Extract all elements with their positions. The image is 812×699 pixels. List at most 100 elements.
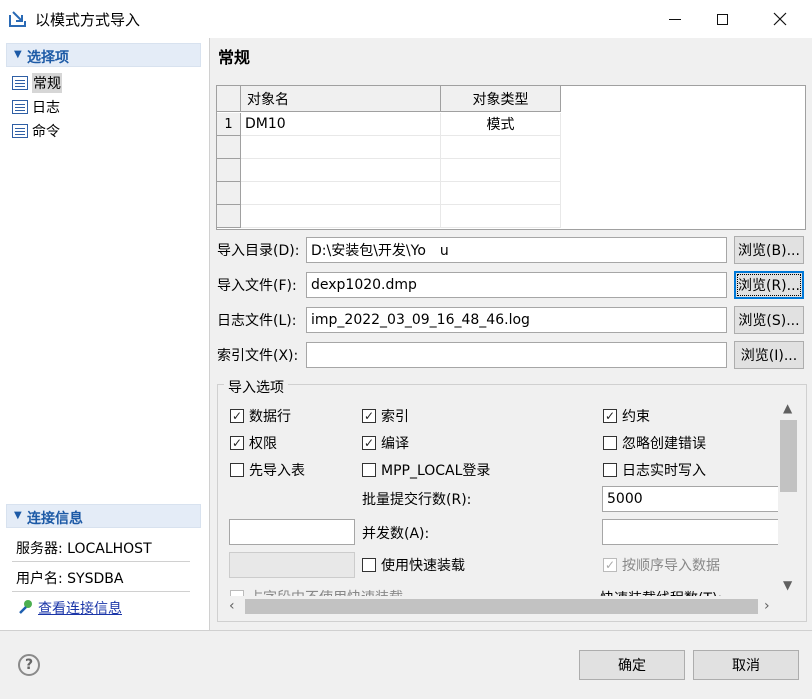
constraint-checkbox[interactable]: 约束 — [603, 406, 650, 426]
table-cell-name[interactable]: DM10 — [241, 113, 441, 136]
checkbox-box — [603, 409, 617, 423]
table-cell[interactable] — [241, 159, 441, 182]
divider — [12, 561, 190, 562]
options-viewport: 数据行 索引 约束 权限 编译 忽略创建错误 先导入表 MPP_LOCAL登录 … — [226, 398, 778, 596]
table-cell[interactable] — [241, 205, 441, 228]
divider — [12, 591, 190, 592]
table-first-checkbox[interactable]: 先导入表 — [230, 460, 305, 480]
scroll-up-icon[interactable]: ▲ — [783, 401, 792, 415]
table-cell[interactable] — [441, 205, 561, 228]
compile-checkbox[interactable]: 编译 — [362, 433, 409, 453]
log-file-label: 日志文件(L): — [217, 313, 297, 329]
import-icon — [9, 11, 26, 27]
fast-load-threads-label: 快速装载线程数(T): — [600, 588, 722, 596]
rows-checkbox[interactable]: 数据行 — [230, 406, 291, 426]
nav-item-log[interactable]: 日志 — [12, 96, 192, 118]
minimize-icon[interactable] — [652, 0, 698, 38]
checkbox-label: 占字段中不使用快速装载 — [249, 587, 403, 596]
row-header[interactable] — [217, 159, 241, 182]
column-header-type[interactable]: 对象类型 — [441, 86, 561, 112]
fast-load-checkbox[interactable]: 使用快速装载 — [362, 555, 465, 575]
user-info: 用户名: SYSDBA — [16, 571, 124, 587]
table-cell[interactable] — [441, 182, 561, 205]
browse-log-button[interactable]: 浏览(S)... — [734, 306, 804, 334]
page-icon — [12, 100, 28, 114]
checkbox-box — [603, 436, 617, 450]
vertical-scroll-thumb[interactable] — [780, 420, 797, 492]
table-cell[interactable] — [441, 136, 561, 159]
page-icon — [12, 76, 28, 90]
connection-icon — [19, 600, 32, 614]
log-realtime-checkbox[interactable]: 日志实时写入 — [603, 460, 706, 480]
checkbox-box — [230, 409, 244, 423]
column-header-name[interactable]: 对象名 — [241, 86, 441, 112]
options-section-header[interactable]: ▼ 选择项 — [6, 43, 201, 67]
browse-file-button[interactable]: 浏览(R)... — [734, 271, 804, 299]
import-options-legend: 导入选项 — [224, 377, 288, 397]
section-title: 连接信息 — [27, 511, 83, 527]
checkbox-label: 编译 — [381, 436, 409, 452]
nav-item-command[interactable]: 命令 — [12, 120, 192, 142]
checkbox-label: 数据行 — [249, 409, 291, 425]
checkbox-label: 权限 — [249, 436, 277, 452]
window-title: 以模式方式导入 — [35, 11, 141, 29]
checkbox-box — [362, 436, 376, 450]
index-checkbox[interactable]: 索引 — [362, 406, 409, 426]
batch-size-input[interactable]: 5000 — [602, 486, 778, 512]
maximize-icon[interactable] — [699, 0, 745, 38]
import-dir-input[interactable]: D:\安装包\开发\Yo u — [306, 237, 727, 263]
import-file-input[interactable]: dexp1020.dmp — [306, 272, 727, 298]
checkbox-box — [362, 409, 376, 423]
table-cell[interactable] — [241, 136, 441, 159]
nav-item-general[interactable]: 常规 — [12, 72, 192, 94]
import-dir-label: 导入目录(D): — [217, 243, 300, 259]
browse-index-button[interactable]: 浏览(I)... — [734, 341, 804, 369]
cancel-button[interactable]: 取消 — [693, 650, 799, 680]
ignore-errors-checkbox[interactable]: 忽略创建错误 — [603, 433, 706, 453]
checkbox-box — [603, 463, 617, 477]
scroll-left-icon[interactable]: ‹ — [229, 598, 235, 614]
log-file-input[interactable]: imp_2022_03_09_16_48_46.log — [306, 307, 727, 333]
index-file-label: 索引文件(X): — [217, 348, 299, 364]
row-header[interactable] — [217, 182, 241, 205]
page-title: 常规 — [218, 48, 251, 67]
checkbox-box — [362, 463, 376, 477]
collapse-triangle-icon: ▼ — [14, 510, 22, 521]
ok-button[interactable]: 确定 — [579, 650, 685, 680]
order-import-checkbox: 按顺序导入数据 — [603, 555, 720, 575]
checkbox-label: 索引 — [381, 409, 409, 425]
parallel-right-input[interactable] — [602, 519, 778, 545]
help-icon[interactable]: ? — [18, 654, 40, 676]
close-icon[interactable] — [757, 0, 803, 38]
scroll-right-icon[interactable]: › — [764, 598, 770, 614]
scroll-down-icon[interactable]: ▼ — [783, 578, 792, 592]
horizontal-scroll-thumb[interactable] — [245, 599, 758, 614]
checkbox-label: 使用快速装载 — [381, 558, 465, 574]
checkbox-label: 约束 — [622, 409, 650, 425]
parallel-input[interactable] — [229, 519, 355, 545]
browse-dir-button[interactable]: 浏览(B)... — [734, 236, 804, 264]
table-corner — [217, 86, 241, 112]
table-cell-type[interactable]: 模式 — [441, 113, 561, 136]
nav-item-label: 命令 — [32, 124, 60, 140]
index-file-input[interactable] — [306, 342, 727, 368]
disabled-input — [229, 552, 355, 578]
batch-size-label: 批量提交行数(R): — [362, 492, 472, 508]
grant-checkbox[interactable]: 权限 — [230, 433, 277, 453]
objects-table: 对象名 对象类型 1 DM10 模式 — [216, 85, 806, 230]
row-header[interactable]: 1 — [217, 113, 241, 136]
checkbox-box — [603, 558, 617, 572]
server-info: 服务器: LOCALHOST — [16, 541, 152, 557]
row-header[interactable] — [217, 136, 241, 159]
mpp-local-checkbox[interactable]: MPP_LOCAL登录 — [362, 460, 490, 480]
table-cell[interactable] — [241, 182, 441, 205]
view-connection-link[interactable]: 查看连接信息 — [38, 598, 122, 618]
row-header[interactable] — [217, 205, 241, 228]
checkbox-box — [230, 436, 244, 450]
connection-section-header[interactable]: ▼ 连接信息 — [6, 504, 201, 528]
checkbox-label: 日志实时写入 — [622, 463, 706, 479]
checkbox-box — [230, 463, 244, 477]
cut-off-checkbox: 占字段中不使用快速装载 — [230, 587, 403, 596]
checkbox-label: 忽略创建错误 — [622, 436, 706, 452]
table-cell[interactable] — [441, 159, 561, 182]
